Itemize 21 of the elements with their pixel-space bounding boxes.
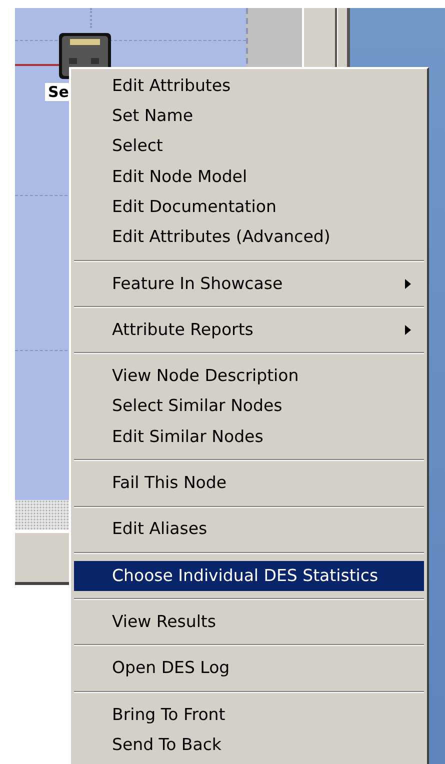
- menu-item[interactable]: Edit Attributes (Advanced): [74, 222, 424, 253]
- menu-item[interactable]: Send To Back: [74, 730, 424, 760]
- menu-item[interactable]: Bring To Front: [74, 700, 424, 730]
- menu-item[interactable]: Feature In Showcase: [74, 268, 424, 300]
- menu-item[interactable]: Select: [74, 132, 424, 162]
- menu-item[interactable]: Set Name: [74, 101, 424, 132]
- link-line: [15, 64, 60, 66]
- menu-item[interactable]: Choose Individual DES Statistics: [74, 560, 424, 592]
- menu-item[interactable]: View Results: [74, 607, 424, 638]
- menu-item[interactable]: Edit Aliases: [74, 514, 424, 545]
- menu-item[interactable]: Open DES Log: [74, 653, 424, 684]
- submenu-arrow-icon: [405, 278, 412, 289]
- menu-item[interactable]: Select Similar Nodes: [74, 392, 424, 422]
- menu-item[interactable]: Edit Similar Nodes: [74, 422, 424, 452]
- menu-item[interactable]: Fail This Node: [74, 468, 424, 499]
- menu-item[interactable]: Edit Documentation: [74, 192, 424, 222]
- menu-item[interactable]: Edit Attributes: [74, 71, 424, 102]
- submenu-arrow-icon: [405, 325, 412, 336]
- menu-item[interactable]: View Node Description: [74, 361, 424, 392]
- menu-item[interactable]: Attribute Reports: [74, 315, 424, 346]
- menu-item[interactable]: Edit Node Model: [74, 162, 424, 192]
